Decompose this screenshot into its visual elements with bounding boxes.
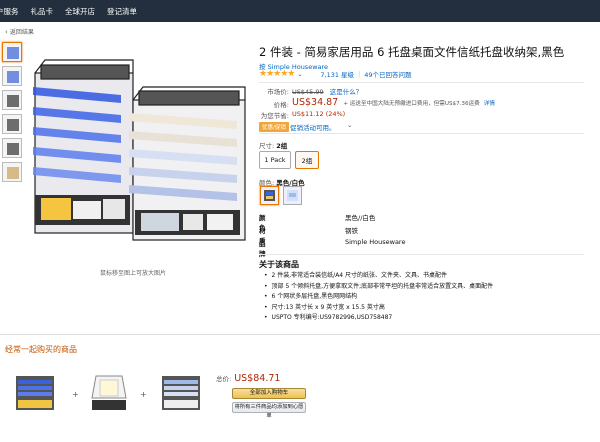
promo-link[interactable]: 促销活动可用。 [290, 122, 336, 132]
plus-icon: + [140, 390, 147, 399]
list-price: US$45.99 [292, 88, 324, 96]
list-item: 顶部 5 个倾斜托盘,方便拿取文件;底部非常平坦的托盘非常适合放置文具、桌面配件 [264, 282, 494, 293]
fbt-item-1-image[interactable] [12, 372, 58, 414]
section-divider [259, 133, 584, 134]
savings-value: US$11.12 (24%) [292, 110, 346, 118]
thumbnail-3[interactable] [2, 90, 22, 110]
total-price: US$84.71 [234, 373, 281, 384]
size-selected: 2组 [276, 142, 288, 150]
nav-customer-service[interactable]: 户服务 [0, 6, 19, 17]
add-all-to-list-button[interactable]: 将所有三件商品均添加到心愿单 [232, 402, 306, 419]
fbt-item-2-image[interactable] [86, 372, 132, 414]
promo-badge: 优惠/促销 [259, 122, 289, 132]
thumbnail-5[interactable] [2, 138, 22, 158]
fbt-heading: 经常一起购买的商品 [5, 345, 77, 354]
total-label: 总价: [216, 375, 232, 383]
price: US$34.87 [292, 97, 339, 108]
rating-row: ★★★★★ ⌄ 7,131 星级 | 49个已回答问题 [259, 69, 412, 79]
thumbnail-1[interactable] [2, 42, 22, 62]
list-price-label: 市场价: [267, 88, 289, 96]
section-divider [259, 82, 584, 83]
size-option-1-pack[interactable]: 1 Pack [259, 151, 291, 169]
fbt-total: 总价: US$84.71 [216, 373, 280, 384]
shipping-details-link[interactable]: 详情 [484, 101, 495, 107]
savings-label: 为您节省: [260, 112, 289, 120]
whats-this-link[interactable]: 这是什么？ [330, 88, 363, 96]
about-heading: 关于该商品 [259, 260, 299, 269]
breadcrumb[interactable]: ‹ 返回结果 [5, 27, 34, 37]
price-label: 价格: [273, 101, 289, 109]
plus-icon: + [72, 390, 79, 399]
about-bullets: 2 件装,非常适合装信纸/A4 尺寸的纸张、文件夹、文具、书桌配件 顶部 5 个… [264, 271, 494, 324]
size-option-2-sets[interactable]: 2组 [295, 151, 319, 169]
add-all-to-cart-button[interactable]: 全部加入购物车 [232, 388, 306, 399]
spec-value: 钢铁 [345, 227, 358, 235]
main-product-image[interactable] [25, 45, 250, 250]
section-divider [0, 334, 600, 335]
chevron-down-icon[interactable]: ⌄ [347, 121, 352, 129]
color-swatch-black-white[interactable] [260, 186, 279, 205]
spec-value: Simple Houseware [345, 238, 406, 246]
nav-sell-globally[interactable]: 全球开店 [65, 6, 95, 17]
size-label: 尺寸: 2组 [259, 142, 288, 150]
list-item: 2 件装,非常适合装信纸/A4 尺寸的纸张、文件夹、文具、书桌配件 [264, 271, 493, 282]
spec-key: 品牌 [259, 240, 266, 258]
thumbnail-6[interactable] [2, 162, 22, 182]
list-item: USPTO 专利编号:US9782996,USD758487 [264, 313, 493, 324]
zoom-hint: 鼠标移至图上可放大图片 [100, 270, 167, 277]
nav-gift-cards[interactable]: 礼品卡 [31, 6, 54, 17]
star-rating-icon[interactable]: ★★★★★ [259, 69, 295, 79]
list-item: 6 个网状多层托盘,黑色网网结构 [264, 292, 493, 303]
section-divider [259, 254, 584, 255]
thumbnail-2[interactable] [2, 66, 22, 86]
shipping-info: + 运送至中国大陆无预缴进口费用，但需US$7.36运费 [343, 101, 480, 107]
back-to-results-link[interactable]: 返回结果 [10, 27, 34, 36]
list-item: 尺寸:13 英寸长 x 9 英寸宽 x 15.5 英寸高 [264, 303, 493, 314]
product-title: 2 件装 - 简易家居用品 6 托盘桌面文件信纸托盘收纳架,黑色 [259, 45, 565, 59]
thumbnail-4[interactable] [2, 114, 22, 134]
top-nav: 户服务 礼品卡 全球开店 登记清单 [0, 0, 600, 22]
chevron-left-icon: ‹ [5, 27, 8, 36]
rating-count-link[interactable]: 7,131 星级 [320, 69, 354, 79]
chevron-down-icon[interactable]: ⌄ [297, 71, 302, 78]
answered-questions-link[interactable]: 49个已回答问题 [364, 69, 411, 79]
fbt-item-3-image[interactable] [158, 372, 204, 414]
color-swatch-blue[interactable] [283, 186, 302, 205]
divider: | [358, 70, 361, 78]
thumbnail-strip [2, 42, 24, 186]
spec-value: 黑色//白色 [345, 214, 376, 222]
nav-registry[interactable]: 登记清单 [107, 6, 137, 17]
